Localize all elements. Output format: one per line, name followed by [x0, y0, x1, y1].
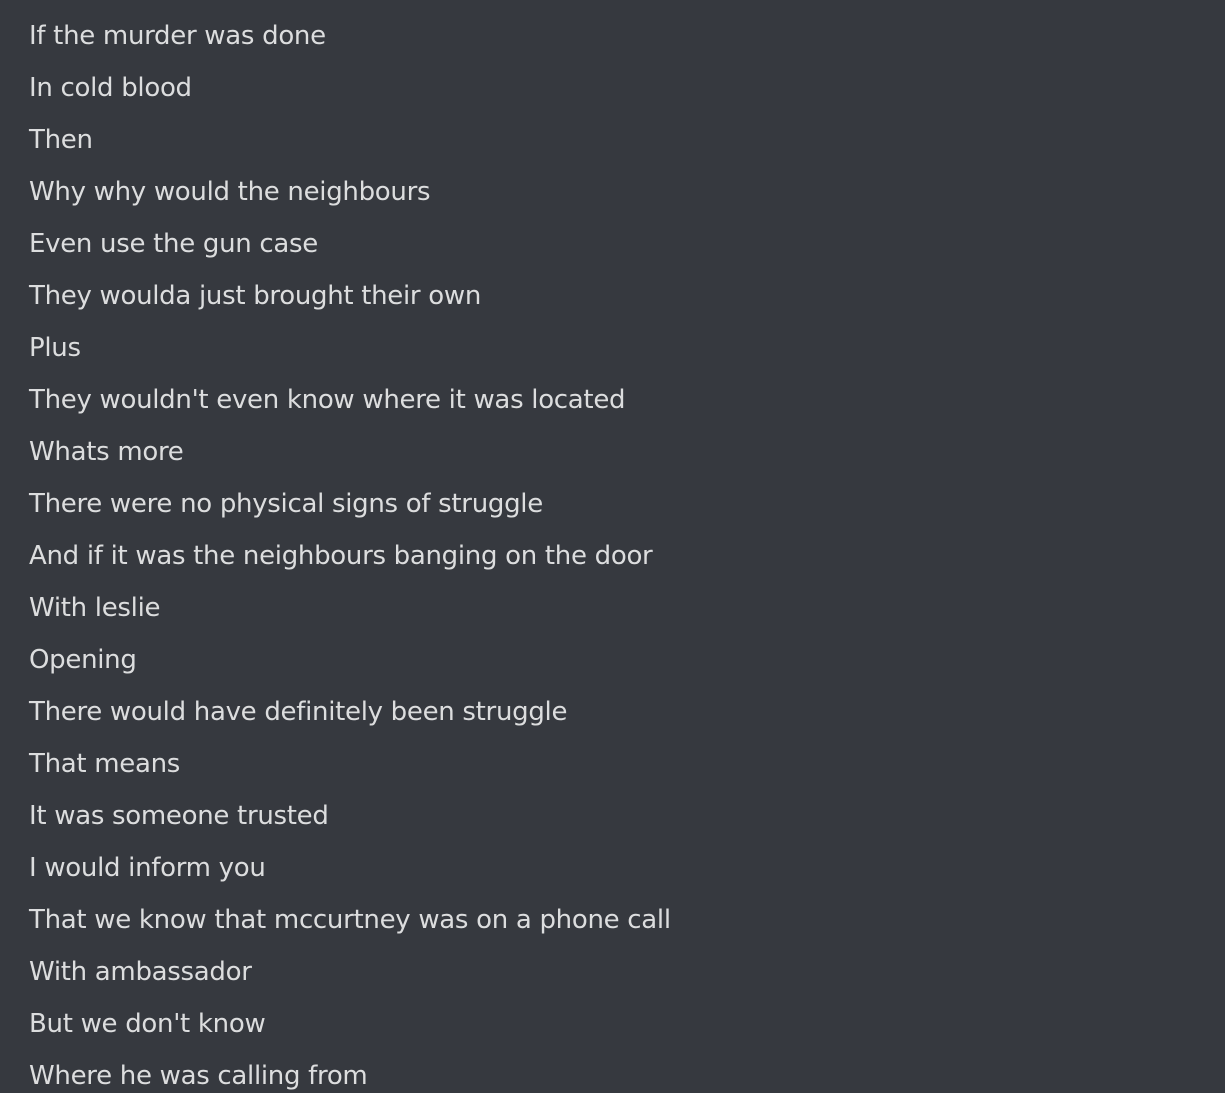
message-line: I would inform you [29, 853, 266, 883]
message-line: That we know that mccurtney was on a pho… [29, 905, 671, 935]
message-line: Then [29, 125, 93, 155]
message-line: With ambassador [29, 957, 252, 987]
message-line: That means [29, 749, 181, 779]
message-line: But we don't know [29, 1009, 266, 1039]
message-line: Whats more [29, 437, 184, 467]
message-line: There would have definitely been struggl… [29, 697, 568, 727]
message-line: Even use the gun case [29, 229, 318, 259]
message-line: Opening [29, 645, 137, 675]
message-list: If the murder was done In cold blood The… [0, 0, 1225, 1093]
message-line: Why why would the neighbours [29, 177, 431, 207]
message-line: They woulda just brought their own [29, 281, 482, 311]
message-line: They wouldn't even know where it was loc… [29, 385, 626, 415]
message-line: If the murder was done [29, 21, 326, 51]
message-line: And if it was the neighbours banging on … [29, 541, 653, 571]
message-line: It was someone trusted [29, 801, 329, 831]
message-line: In cold blood [29, 73, 192, 103]
message-line: Where he was calling from [29, 1061, 368, 1091]
message-line: With leslie [29, 593, 161, 623]
message-line: Plus [29, 333, 81, 363]
message-line: There were no physical signs of struggle [29, 489, 543, 519]
